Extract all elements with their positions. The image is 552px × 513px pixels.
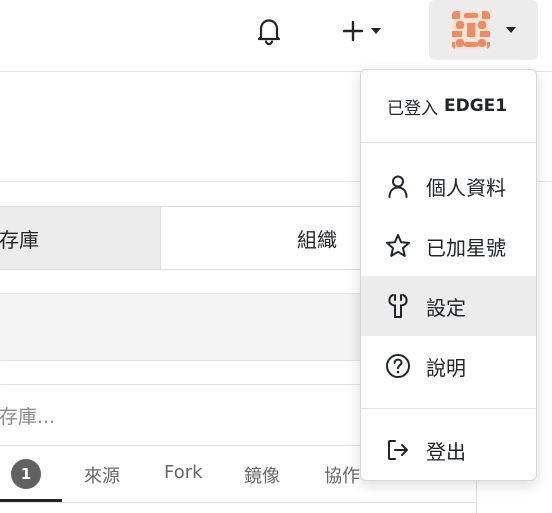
menu-item-label: 個人資料 [426, 175, 506, 200]
person-icon [385, 173, 411, 199]
search-placeholder: 存庫... [0, 405, 56, 428]
tab-label: 組織 [297, 227, 337, 252]
notifications-button[interactable] [252, 14, 286, 48]
search-input[interactable]: 存庫... [0, 384, 398, 446]
signed-in-header: 已登入 EDGE1 [361, 70, 536, 142]
menu-item-label: 設定 [426, 295, 466, 320]
create-new-button[interactable] [334, 14, 390, 48]
star-icon [385, 233, 411, 259]
chevron-down-icon [371, 28, 381, 34]
plus-icon [343, 21, 363, 41]
tools-icon [385, 293, 411, 319]
question-icon [385, 353, 411, 379]
tab-repositories[interactable]: 存庫 [0, 207, 161, 269]
filter-bar [0, 293, 398, 361]
subtab-forks[interactable]: Fork [164, 462, 203, 483]
top-navbar [0, 0, 552, 72]
user-menu-button[interactable] [429, 0, 538, 60]
menu-item-label: 已加星號 [426, 235, 506, 260]
menu-item-starred[interactable]: 已加星號 [361, 216, 536, 276]
page-tabs: 存庫 組織 [0, 206, 398, 270]
chevron-down-icon [505, 27, 516, 33]
active-tab-indicator [0, 499, 62, 502]
menu-item-label: 登出 [426, 439, 466, 464]
subtab-mirrors[interactable]: 鏡像 [244, 462, 280, 488]
menu-item-label: 說明 [426, 355, 466, 380]
menu-divider [361, 408, 536, 409]
menu-divider [361, 142, 536, 143]
page: 存庫 組織 存庫... 1 來源 Fork 鏡像 協作 已登入 EDGE1 個人… [0, 0, 552, 513]
signed-in-label: 已登入 [387, 98, 438, 119]
user-dropdown-menu: 已登入 EDGE1 個人資料 已加星號 設定 說明 登出 [360, 69, 537, 481]
avatar [451, 11, 490, 49]
subtab-collaborative[interactable]: 協作 [324, 462, 360, 488]
count-badge[interactable]: 1 [11, 459, 41, 489]
sign-out-icon [385, 437, 411, 463]
menu-item-settings[interactable]: 設定 [361, 276, 536, 336]
bell-icon [257, 19, 281, 45]
subtab-sources[interactable]: 來源 [84, 462, 120, 488]
menu-item-help[interactable]: 說明 [361, 336, 536, 396]
menu-item-profile[interactable]: 個人資料 [361, 156, 536, 216]
tab-label: 存庫 [0, 227, 39, 252]
menu-item-sign-out[interactable]: 登出 [361, 420, 536, 480]
username: EDGE1 [444, 96, 508, 116]
